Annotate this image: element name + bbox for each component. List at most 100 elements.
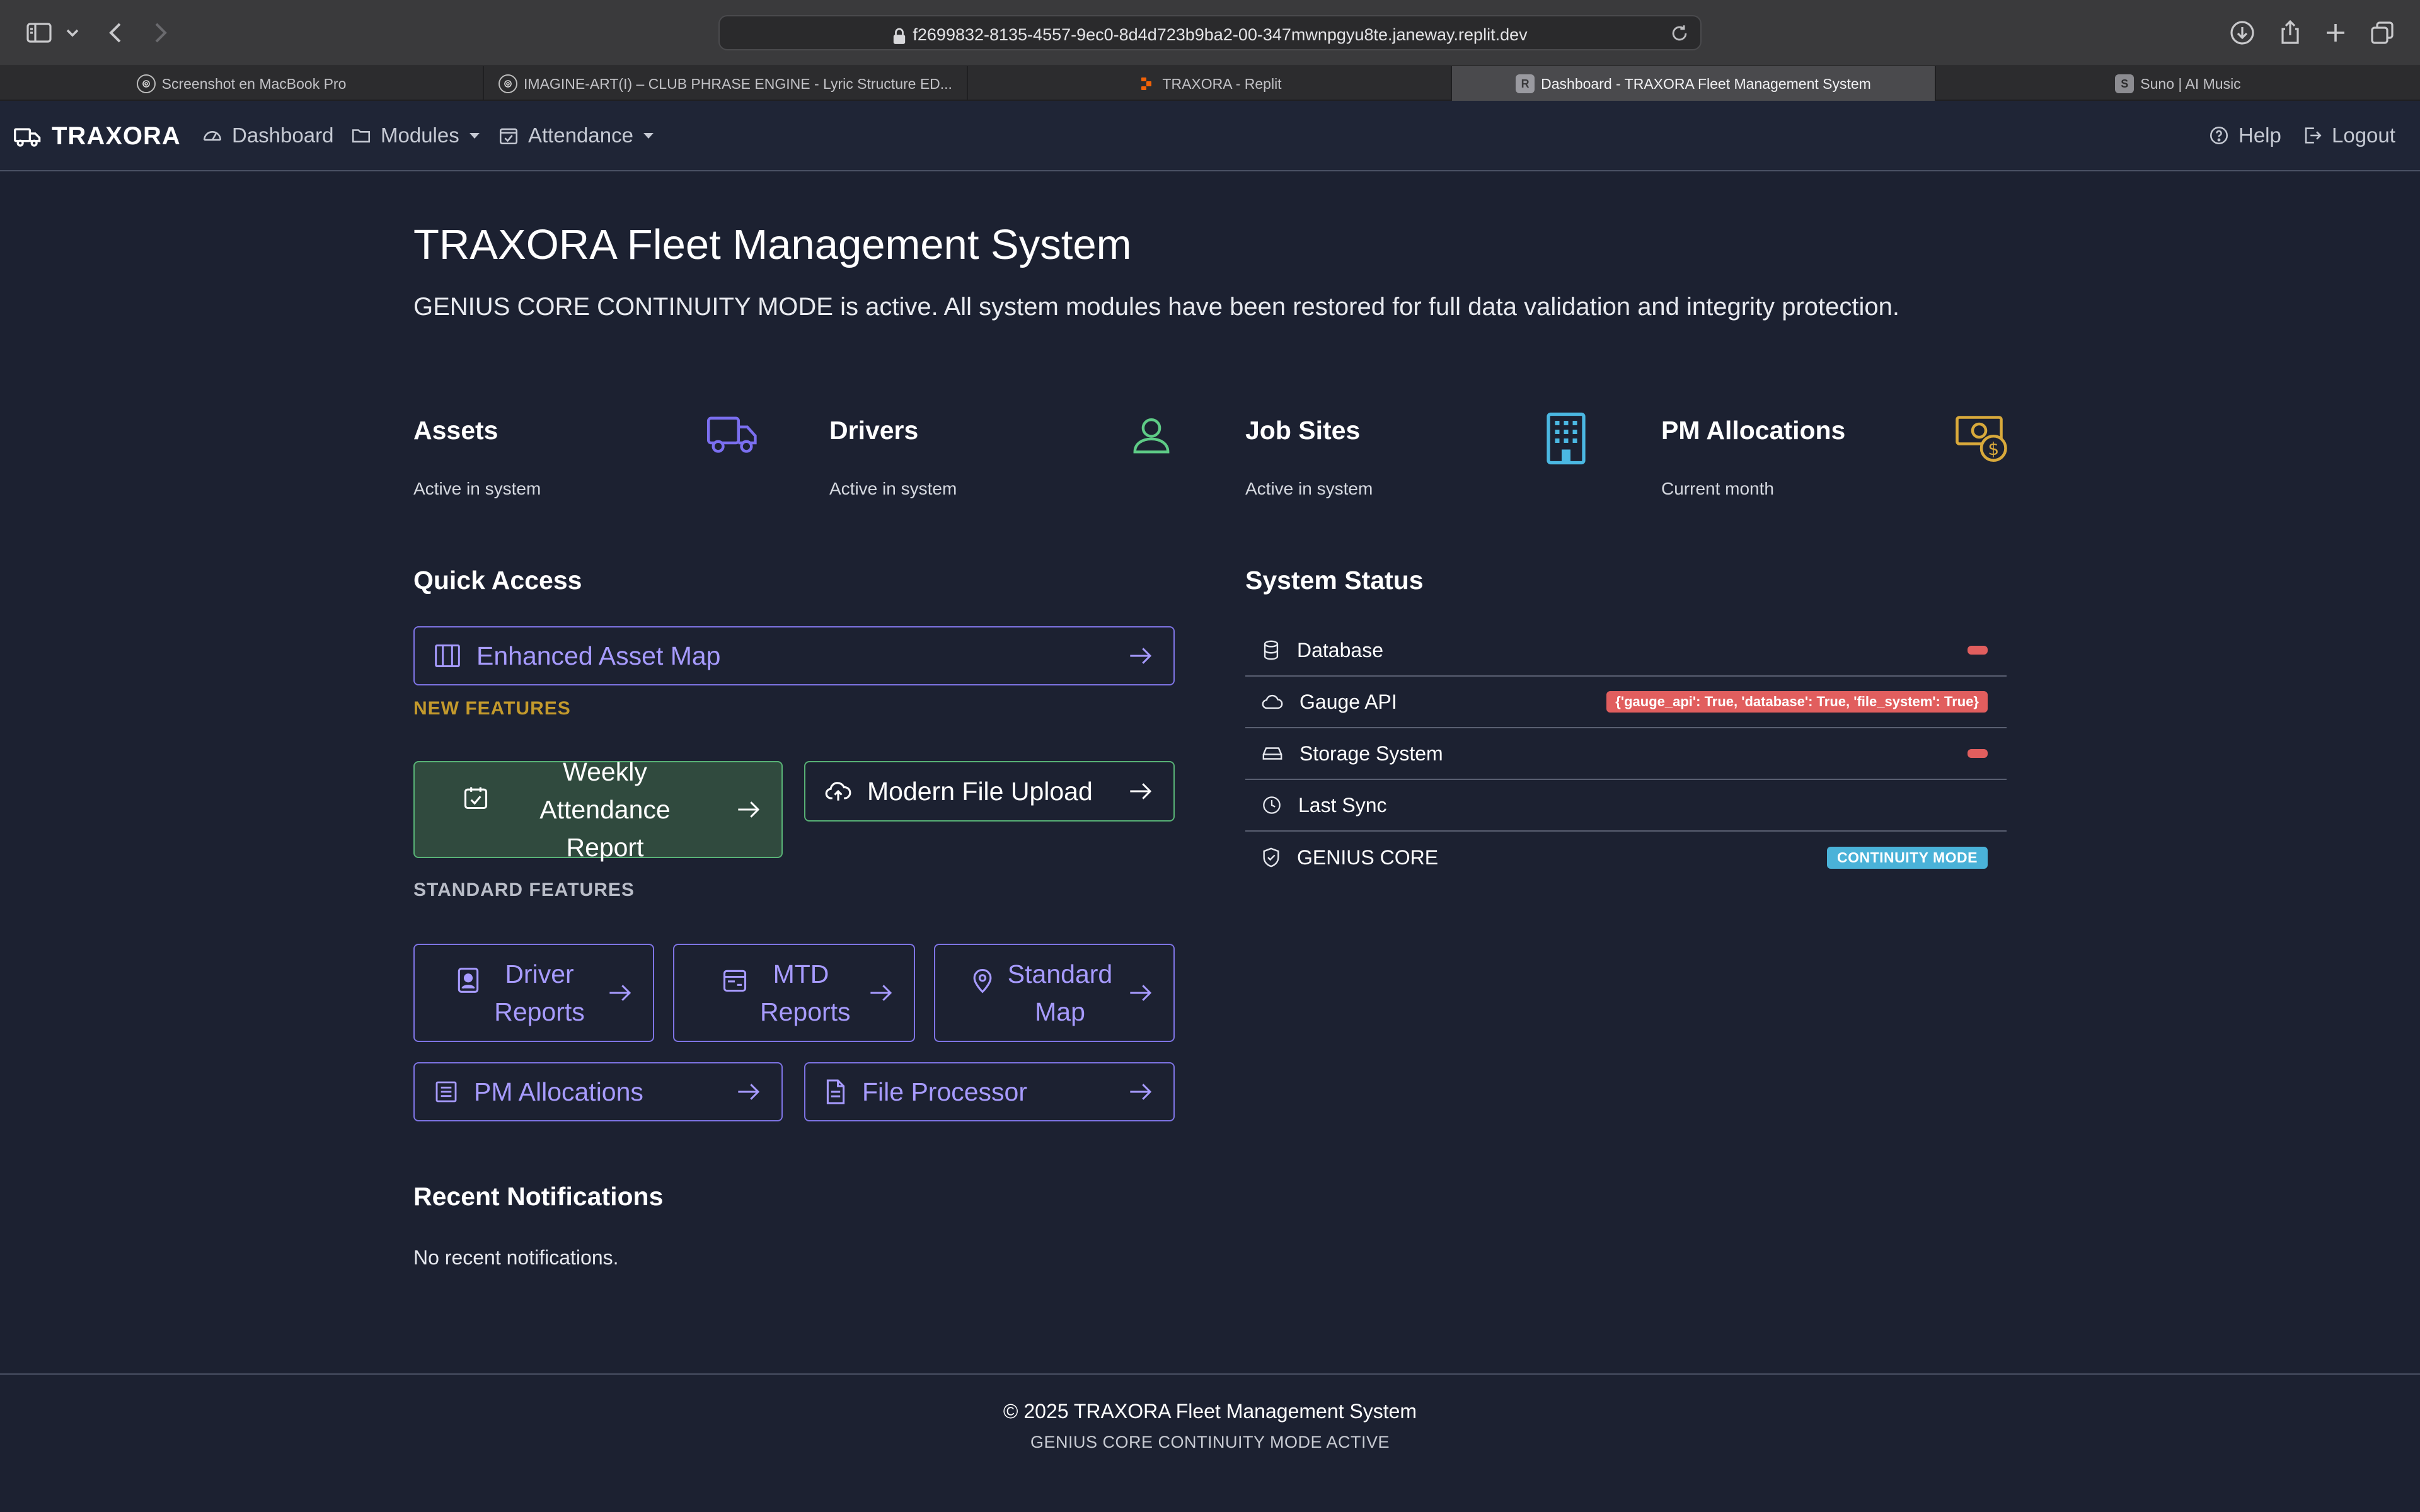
shield-check-icon <box>1245 847 1297 868</box>
stat-title: Drivers <box>829 416 919 445</box>
tab-label: TRAXORA - Replit <box>1162 75 1282 92</box>
nav-attendance-label: Attendance <box>528 123 633 147</box>
status-indicator <box>1968 646 1988 655</box>
share-icon[interactable] <box>2275 18 2305 48</box>
caret-down-icon <box>469 132 480 139</box>
standard-map-button[interactable]: Standard Map <box>934 944 1175 1042</box>
browser-tab-imagine-art[interactable]: IMAGINE-ART(I) – CLUB PHRASE ENGINE - Ly… <box>484 66 968 101</box>
button-label: PM Allocations <box>474 1077 643 1106</box>
button-label: Modern File Upload <box>867 776 1093 806</box>
calendar-range-icon <box>721 966 749 994</box>
download-icon[interactable] <box>2227 18 2257 48</box>
status-indicator <box>1968 749 1988 758</box>
footer: © 2025 TRAXORA Fleet Management System G… <box>0 1373 2420 1512</box>
nav-logout-label: Logout <box>2332 123 2395 147</box>
weekly-attendance-report-button[interactable]: Weekly Attendance Report <box>413 757 783 862</box>
stat-card-job-sites: Job Sites Active in system <box>1245 410 1598 510</box>
system-status-list: Database Gauge API {'gauge_api': True, '… <box>1245 625 2007 883</box>
cloud-upload-icon <box>824 777 867 805</box>
tab-label: Dashboard - TRAXORA Fleet Management Sys… <box>1541 75 1871 92</box>
lock-icon <box>892 28 906 44</box>
arrow-right-icon <box>736 1082 761 1101</box>
folder-icon <box>350 125 381 146</box>
stat-subtitle: Active in system <box>829 479 957 498</box>
calendar-check-icon <box>462 784 490 811</box>
browser-tab-strip: Screenshot en MacBook Pro IMAGINE-ART(I)… <box>0 66 2420 101</box>
replit-icon <box>1137 74 1156 93</box>
new-features-label: NEW FEATURES <box>413 698 571 719</box>
status-row-gauge-api: Gauge API {'gauge_api': True, 'database'… <box>1245 677 2007 728</box>
stat-title: Assets <box>413 416 498 445</box>
list-icon <box>434 1079 474 1104</box>
arrow-right-icon <box>1128 646 1153 665</box>
status-label: GENIUS CORE <box>1297 845 1439 869</box>
page-lead: GENIUS CORE CONTINUITY MODE is active. A… <box>413 293 1899 321</box>
pm-allocations-button[interactable]: PM Allocations <box>413 1062 783 1121</box>
nav-modules[interactable]: Modules <box>350 123 480 147</box>
button-label: Driver Reports <box>494 959 585 1026</box>
arrow-right-icon <box>1128 1082 1153 1101</box>
reload-icon[interactable] <box>1669 23 1690 44</box>
browser-tab-suno[interactable]: S Suno | AI Music <box>1936 66 2420 101</box>
stat-card-pm-allocations: PM Allocations Current month $ <box>1661 410 2014 510</box>
button-label: Standard Map <box>1007 959 1113 1026</box>
page-title: TRAXORA Fleet Management System <box>413 221 1132 268</box>
status-row-last-sync: Last Sync <box>1245 780 2007 832</box>
chevron-down-icon[interactable] <box>63 18 82 48</box>
speedometer-icon <box>202 125 232 146</box>
status-row-genius-core: GENIUS CORE CONTINUITY MODE <box>1245 832 2007 883</box>
footer-copyright: © 2025 TRAXORA Fleet Management System <box>1003 1400 1417 1423</box>
driver-reports-button[interactable]: Driver Reports <box>413 944 654 1042</box>
enhanced-asset-map-button[interactable]: Enhanced Asset Map <box>413 626 1175 685</box>
nav-attendance[interactable]: Attendance <box>498 123 654 147</box>
tab-label: Screenshot en MacBook Pro <box>161 75 347 92</box>
brand-logo[interactable]: TRAXORA <box>14 122 181 151</box>
button-label: Weekly Attendance Report <box>539 757 671 862</box>
mtd-reports-button[interactable]: MTD Reports <box>673 944 915 1042</box>
database-icon <box>1245 639 1297 661</box>
new-tab-icon[interactable] <box>2320 18 2351 48</box>
modern-file-upload-button[interactable]: Modern File Upload <box>804 761 1175 822</box>
person-badge-icon <box>456 966 481 994</box>
brand-name: TRAXORA <box>52 122 181 150</box>
cloud-icon <box>1245 692 1299 711</box>
caret-down-icon <box>643 132 654 139</box>
button-label: File Processor <box>862 1077 1028 1106</box>
clock-icon <box>1245 795 1298 815</box>
back-icon[interactable] <box>101 18 131 48</box>
location-pin-icon <box>970 966 995 994</box>
forward-icon[interactable] <box>145 18 175 48</box>
app-navbar: TRAXORA Dashboard Modules Attendance Hel… <box>0 101 2420 171</box>
nav-dashboard-label: Dashboard <box>232 123 334 147</box>
address-bar[interactable]: f2699832-8135-4557-9ec0-8d4d723b9ba2-00-… <box>718 15 1702 50</box>
arrow-right-icon <box>608 983 633 1002</box>
nav-help[interactable]: Help <box>2208 123 2281 147</box>
svg-text:$: $ <box>1988 438 1999 459</box>
notifications-empty-text: No recent notifications. <box>413 1246 619 1269</box>
browser-tab-screenshot[interactable]: Screenshot en MacBook Pro <box>0 66 484 101</box>
stat-card-drivers: Drivers Active in system <box>829 410 1182 510</box>
browser-tab-replit[interactable]: TRAXORA - Replit <box>968 66 1452 101</box>
stat-card-assets: Assets Active in system <box>413 410 766 510</box>
stat-subtitle: Current month <box>1661 479 1774 498</box>
button-label: MTD Reports <box>760 959 851 1026</box>
nav-dashboard[interactable]: Dashboard <box>202 123 333 147</box>
arrow-right-icon <box>736 800 761 819</box>
nav-help-label: Help <box>2238 123 2281 147</box>
file-processor-button[interactable]: File Processor <box>804 1062 1175 1121</box>
browser-toolbar: f2699832-8135-4557-9ec0-8d4d723b9ba2-00-… <box>0 0 2420 66</box>
logout-icon <box>2302 125 2332 146</box>
tab-overview-icon[interactable] <box>2367 18 2397 48</box>
status-badge: {'gauge_api': True, 'database': True, 'f… <box>1606 691 1988 713</box>
openai-icon <box>498 74 518 93</box>
footer-mode: GENIUS CORE CONTINUITY MODE ACTIVE <box>1030 1433 1390 1452</box>
tab-label: Suno | AI Music <box>2140 75 2241 92</box>
status-badge: CONTINUITY MODE <box>1826 846 1988 869</box>
tab-label: IMAGINE-ART(I) – CLUB PHRASE ENGINE - Ly… <box>524 75 952 92</box>
arrow-right-icon <box>1128 983 1153 1002</box>
sidebar-toggle-icon[interactable] <box>24 18 54 48</box>
nav-logout[interactable]: Logout <box>2302 123 2395 147</box>
nav-modules-label: Modules <box>381 123 459 147</box>
s-favicon-icon: S <box>2115 74 2135 93</box>
browser-tab-dashboard[interactable]: R Dashboard - TRAXORA Fleet Management Sy… <box>1452 66 1936 101</box>
